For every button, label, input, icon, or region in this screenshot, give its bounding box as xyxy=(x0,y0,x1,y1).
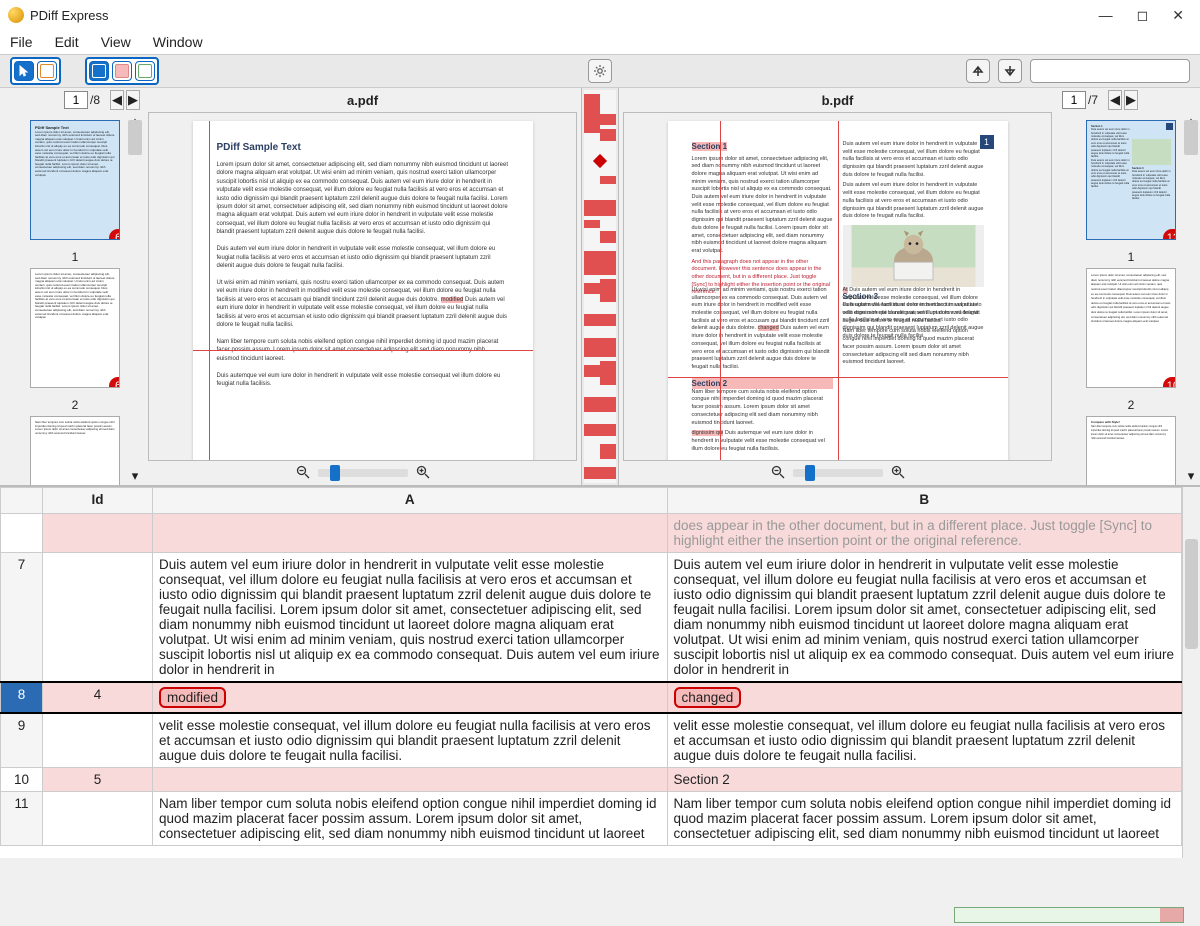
section-heading: Section 1 xyxy=(692,142,728,151)
search-input[interactable] xyxy=(1030,59,1190,83)
title-bar: PDiff Express — ◻ ✕ xyxy=(0,0,1200,30)
table-row[interactable]: 105Section 2 xyxy=(1,768,1182,792)
doc-title-a: a.pdf xyxy=(144,88,581,112)
document-pane-b: b.pdf 1 Section 1 Lorem ipsum dolor sit … xyxy=(619,88,1056,485)
body-text: Ut wisi enim ad minim veniami, quis nost… xyxy=(692,287,833,372)
table-scrollbar[interactable] xyxy=(1182,487,1200,858)
body-text: Duis autem vel eum iriure dolor in hendr… xyxy=(217,245,509,270)
menu-window[interactable]: Window xyxy=(153,34,203,50)
window-controls: — ◻ ✕ xyxy=(1099,7,1192,24)
progress-indicator xyxy=(954,907,1184,923)
zoom-slider-a[interactable] xyxy=(318,469,408,477)
section-heading: Section 2 xyxy=(692,378,833,389)
diff-badge: 12 xyxy=(1163,229,1176,240)
doc-view-b[interactable]: 1 Section 1 Lorem ipsum dolor sit amet, … xyxy=(623,112,1052,461)
diff-badge: 6 xyxy=(109,377,120,388)
close-button[interactable]: ✕ xyxy=(1172,7,1184,24)
page-input-b[interactable] xyxy=(1062,91,1086,109)
thumb-a-2[interactable]: Lorem ipsum dolor sit amet, consectetuer… xyxy=(30,268,120,388)
main-compare-area: /8 ◀ ▶ PDiff Sample Text Lorem ipsum dol… xyxy=(0,88,1200,486)
menu-view[interactable]: View xyxy=(101,34,131,50)
status-bar xyxy=(0,903,1200,926)
table-row[interactable]: does appear in the other document, but i… xyxy=(1,514,1182,553)
body-text: Lorem ipsum dolor sit amet, consectetuer… xyxy=(692,156,833,256)
thumbnail-strip-b: /7 ◀ ▶ Section 1Duis autem vel eum iriur… xyxy=(1056,88,1200,485)
thumb-label: 1 xyxy=(8,250,142,264)
col-id[interactable]: Id xyxy=(43,488,153,514)
app-title: PDiff Express xyxy=(30,8,109,23)
table-row[interactable]: 7Duis autem vel eum iriure dolor in hend… xyxy=(1,553,1182,683)
minimize-button[interactable]: — xyxy=(1099,7,1113,24)
page-input-a[interactable] xyxy=(64,91,88,109)
page-next-a[interactable]: ▶ xyxy=(126,90,140,110)
doc-view-a[interactable]: PDiff Sample Text Lorem ipsum dolor sit … xyxy=(148,112,577,461)
scrollbar-thumb[interactable] xyxy=(1184,120,1198,155)
page-prev-a[interactable]: ◀ xyxy=(110,90,124,110)
scrollbar-thumb[interactable] xyxy=(128,120,142,155)
page-number-box: 1 xyxy=(980,135,994,149)
rect-tool-orange[interactable] xyxy=(37,61,57,81)
zoom-slider-b[interactable] xyxy=(793,469,883,477)
body-text: Duis autemque vel eum iure dolor in hend… xyxy=(217,372,509,389)
body-text: Ut wisi enim ad minim veniami, quis nost… xyxy=(217,279,509,329)
menu-file[interactable]: File xyxy=(10,34,33,50)
menu-bar: File Edit View Window xyxy=(0,30,1200,54)
thumb-label: 2 xyxy=(1064,398,1198,412)
thumb-b-3[interactable]: Compare with Style!Nam liber tempore cum… xyxy=(1086,416,1176,485)
doc-title-b: b.pdf xyxy=(619,88,1056,112)
page-total-b: /7 xyxy=(1088,93,1098,107)
highlight-green[interactable] xyxy=(135,61,155,81)
zoom-out-icon[interactable] xyxy=(296,465,310,482)
zoom-in-icon[interactable] xyxy=(891,465,905,482)
prev-diff-button[interactable] xyxy=(966,59,990,83)
highlight-blue[interactable] xyxy=(89,61,109,81)
body-text: Lorem ipsum dolor sit amet, consectetuer… xyxy=(217,162,508,218)
col-num[interactable] xyxy=(1,488,43,514)
thumb-a-3[interactable]: Nam liber tempore cum soluta nobis eleif… xyxy=(30,416,120,485)
page-total-a: /8 xyxy=(90,93,100,107)
settings-button[interactable] xyxy=(588,59,612,83)
tool-group-highlight xyxy=(85,57,159,85)
page-next-b[interactable]: ▶ xyxy=(1124,90,1138,110)
diff-badge: 10 xyxy=(1163,377,1176,388)
tool-group-cursor xyxy=(10,57,61,85)
pointer-tool[interactable] xyxy=(14,61,34,81)
zoom-in-icon[interactable] xyxy=(416,465,430,482)
thumb-label: 2 xyxy=(8,398,142,412)
table-row[interactable]: 11Nam liber tempor cum soluta nobis elei… xyxy=(1,792,1182,846)
zoom-bar-b xyxy=(619,461,1056,485)
zoom-bar-a xyxy=(144,461,581,485)
col-a[interactable]: A xyxy=(153,488,668,514)
overview-strip[interactable] xyxy=(581,88,619,485)
maximize-button[interactable]: ◻ xyxy=(1137,7,1149,24)
thumbnail-strip-a: /8 ◀ ▶ PDiff Sample Text Lorem ipsum dol… xyxy=(0,88,144,485)
thumb-b-1[interactable]: Section 1Duis autem vel eum iriure dolor… xyxy=(1086,120,1176,240)
menu-edit[interactable]: Edit xyxy=(55,34,79,50)
table-row[interactable]: 84modifiedchanged xyxy=(1,682,1182,713)
zoom-out-icon[interactable] xyxy=(771,465,785,482)
page-prev-b[interactable]: ◀ xyxy=(1108,90,1122,110)
app-icon xyxy=(8,7,24,23)
diff-badge: 6 xyxy=(109,229,120,240)
diff-table: Id A B does appear in the other document… xyxy=(0,486,1200,858)
image-placeholder xyxy=(843,225,984,287)
next-diff-button[interactable] xyxy=(998,59,1022,83)
thumb-a-1[interactable]: PDiff Sample Text Lorem ipsum dolor sit … xyxy=(30,120,120,240)
thumb-b-2[interactable]: Lorem ipsum dolor sit amet, consectetuer… xyxy=(1086,268,1176,388)
col-b[interactable]: B xyxy=(667,488,1182,514)
search-wrap xyxy=(1030,59,1190,83)
page-heading: PDiff Sample Text xyxy=(217,141,509,155)
body-text: Duis autem vel eum iriure dolor in hendr… xyxy=(843,141,984,179)
toolbar xyxy=(0,54,1200,88)
table-row[interactable]: 9velit esse molestie consequat, vel illu… xyxy=(1,713,1182,768)
thumb-label: 1 xyxy=(1064,250,1198,264)
highlight-red[interactable] xyxy=(112,61,132,81)
document-pane-a: a.pdf PDiff Sample Text Lorem ipsum dolo… xyxy=(144,88,581,485)
